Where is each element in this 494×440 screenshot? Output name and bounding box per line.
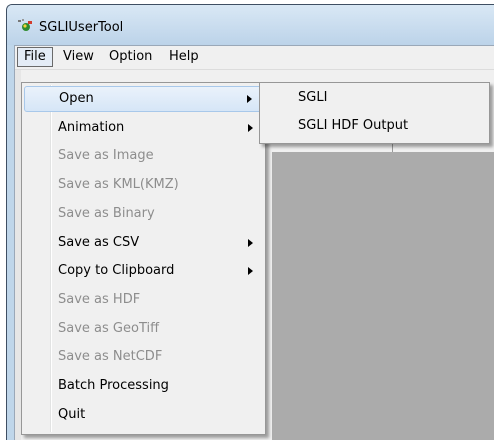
submenu-item-sgli-hdf-output[interactable]: SGLI HDF Output [262,113,487,139]
title-bar[interactable]: SGLIUserTool [7,5,494,45]
file-menu-item-save-as-binary: Save as Binary [58,205,155,221]
file-menu-item-animation[interactable]: Animation [24,115,263,141]
file-menu-item-save-as-hdf: Save as HDF [58,291,141,307]
submenu-arrow-icon [248,123,253,132]
submenu-arrow-icon [248,238,253,247]
open-submenu: SGLI SGLI HDF Output [259,82,490,144]
satellite-app-icon [18,19,32,31]
menu-bar: File View Option Help [15,46,494,70]
file-menu-item-save-as-netcdf: Save as NetCDF [58,349,163,365]
file-menu-item-save-as-csv[interactable]: Save as CSV [24,230,263,256]
menu-file[interactable]: File [17,47,53,67]
menu-help[interactable]: Help [163,47,205,67]
image-canvas[interactable] [272,152,494,440]
file-menu-item-batch-processing[interactable]: Batch Processing [24,373,263,399]
file-menu: Open Animation Save as Image Save as KML(KM… [21,82,266,435]
file-menu-item-save-as-geotiff: Save as GeoTiff [58,320,160,336]
file-menu-item-copy-to-clipboard[interactable]: Copy to Clipboard [24,258,263,284]
file-menu-item-open[interactable]: Open [24,86,263,112]
menu-option[interactable]: Option [103,47,158,67]
window-title: SGLIUserTool [39,20,124,35]
submenu-item-sgli[interactable]: SGLI [262,85,487,111]
file-menu-item-save-as-kml-kmz: Save as KML(KMZ) [58,177,179,193]
submenu-arrow-icon [247,95,252,103]
menu-view[interactable]: View [57,47,100,67]
submenu-arrow-icon [248,267,253,276]
file-menu-item-quit[interactable]: Quit [24,402,263,428]
file-menu-item-save-as-image: Save as Image [58,148,154,164]
